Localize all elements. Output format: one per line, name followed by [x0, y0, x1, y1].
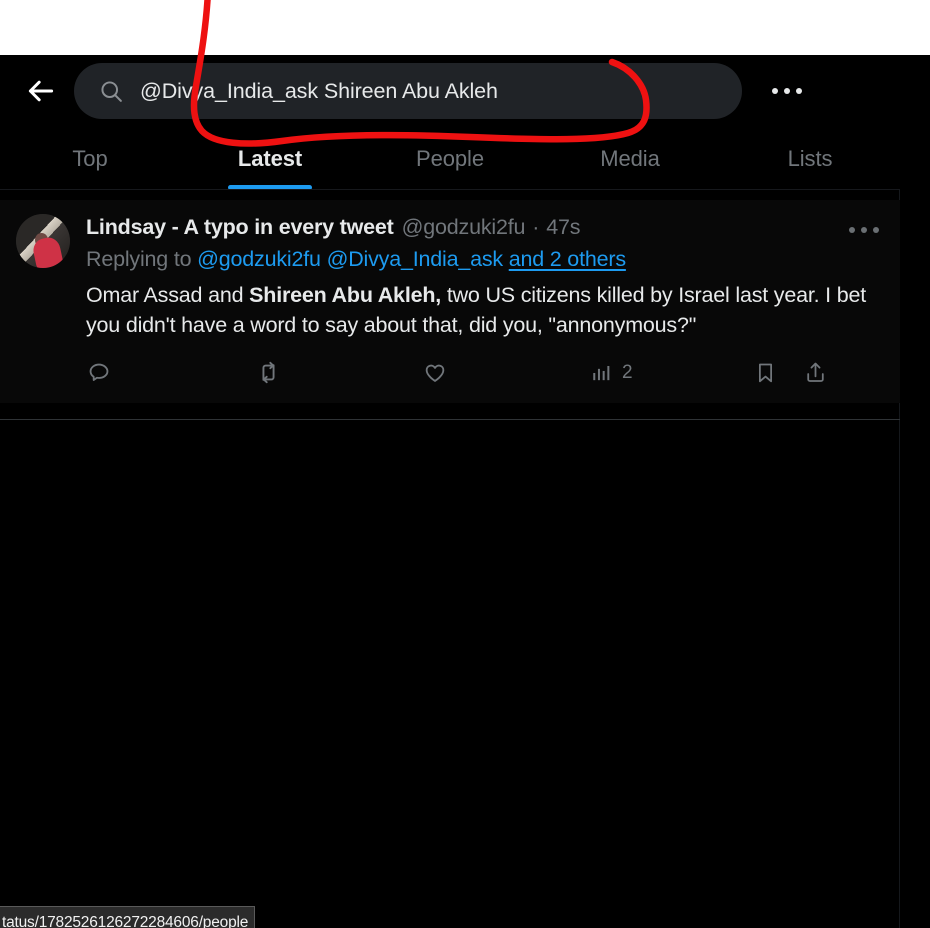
search-tabs: Top Latest People Media Lists [0, 127, 900, 190]
overflow-menu-icon [772, 88, 802, 94]
reply-mention-divya-india-ask[interactable]: @Divya_India_ask [327, 247, 504, 271]
retweet-button[interactable] [255, 359, 291, 386]
twitter-search-app: @Divya_India_ask Shireen Abu Akleh Top L… [0, 55, 930, 928]
browser-status-bar: tatus/1782526126272284606/people [0, 906, 256, 928]
share-upload-icon [803, 360, 828, 385]
tweet-text-part-1: Omar Assad and [86, 282, 250, 307]
tab-media-label: Media [600, 145, 660, 171]
views-button[interactable]: 2 [590, 361, 633, 384]
bookmark-icon [753, 360, 778, 385]
tweet-overflow-button[interactable] [844, 216, 884, 244]
tweet-timestamp[interactable]: 47s [546, 214, 580, 241]
like-button[interactable] [422, 360, 457, 386]
tabbar-divider [0, 189, 900, 190]
search-input[interactable]: @Divya_India_ask Shireen Abu Akleh [74, 63, 742, 119]
tab-media[interactable]: Media [540, 127, 720, 190]
tab-people[interactable]: People [360, 127, 540, 190]
like-heart-icon [422, 360, 448, 386]
replying-to-prefix: Replying to [86, 246, 192, 271]
reply-icon [86, 360, 112, 386]
status-bar-url: tatus/1782526126272284606/people [2, 913, 249, 928]
tab-people-label: People [416, 145, 484, 171]
tweet-header-row: Lindsay - A typo in every tweet @godzuki… [86, 214, 884, 241]
tweet-text: Omar Assad and Shireen Abu Akleh, two US… [86, 280, 884, 341]
reply-and-others-link[interactable]: and 2 others [509, 247, 626, 271]
reply-mention-godzuki2fu[interactable]: @godzuki2fu [197, 247, 321, 271]
author-handle[interactable]: @godzuki2fu [402, 214, 526, 241]
tweet-overflow-menu-icon [849, 227, 879, 233]
share-button[interactable] [803, 360, 837, 385]
bookmark-button[interactable] [753, 360, 787, 385]
tweet-text-bold: Shireen Abu Akleh, [249, 282, 442, 307]
tweet-action-bar: 2 [86, 353, 884, 393]
retweet-icon [255, 359, 282, 386]
tweet-card[interactable]: Lindsay - A typo in every tweet @godzuki… [0, 200, 900, 403]
tab-latest-label: Latest [237, 145, 303, 171]
back-arrow-icon [24, 74, 58, 108]
author-display-name[interactable]: Lindsay - A typo in every tweet [86, 214, 394, 241]
screenshot-root: @Divya_India_ask Shireen Abu Akleh Top L… [0, 0, 930, 928]
tab-lists[interactable]: Lists [720, 127, 900, 190]
back-button[interactable] [12, 62, 70, 120]
search-header: @Divya_India_ask Shireen Abu Akleh [0, 55, 900, 127]
views-bar-chart-icon [590, 361, 613, 384]
top-white-band [0, 0, 930, 55]
search-query-text: @Divya_India_ask Shireen Abu Akleh [140, 78, 498, 103]
header-overflow-button[interactable] [760, 64, 814, 118]
tab-top-label: Top [72, 145, 108, 171]
avatar[interactable] [16, 214, 70, 268]
tweet-content: Lindsay - A typo in every tweet @godzuki… [86, 214, 884, 393]
tweet-divider [0, 419, 900, 420]
reply-button[interactable] [86, 360, 121, 386]
tab-lists-label: Lists [787, 145, 833, 171]
search-field-wrapper[interactable]: @Divya_India_ask Shireen Abu Akleh [74, 63, 742, 119]
header-separator: · [532, 215, 540, 239]
views-count: 2 [622, 361, 633, 383]
search-icon [98, 78, 124, 104]
tab-latest[interactable]: Latest [180, 127, 360, 190]
tab-top[interactable]: Top [0, 127, 180, 190]
replying-to-line: Replying to @godzuki2fu @Divya_India_ask… [86, 246, 884, 274]
